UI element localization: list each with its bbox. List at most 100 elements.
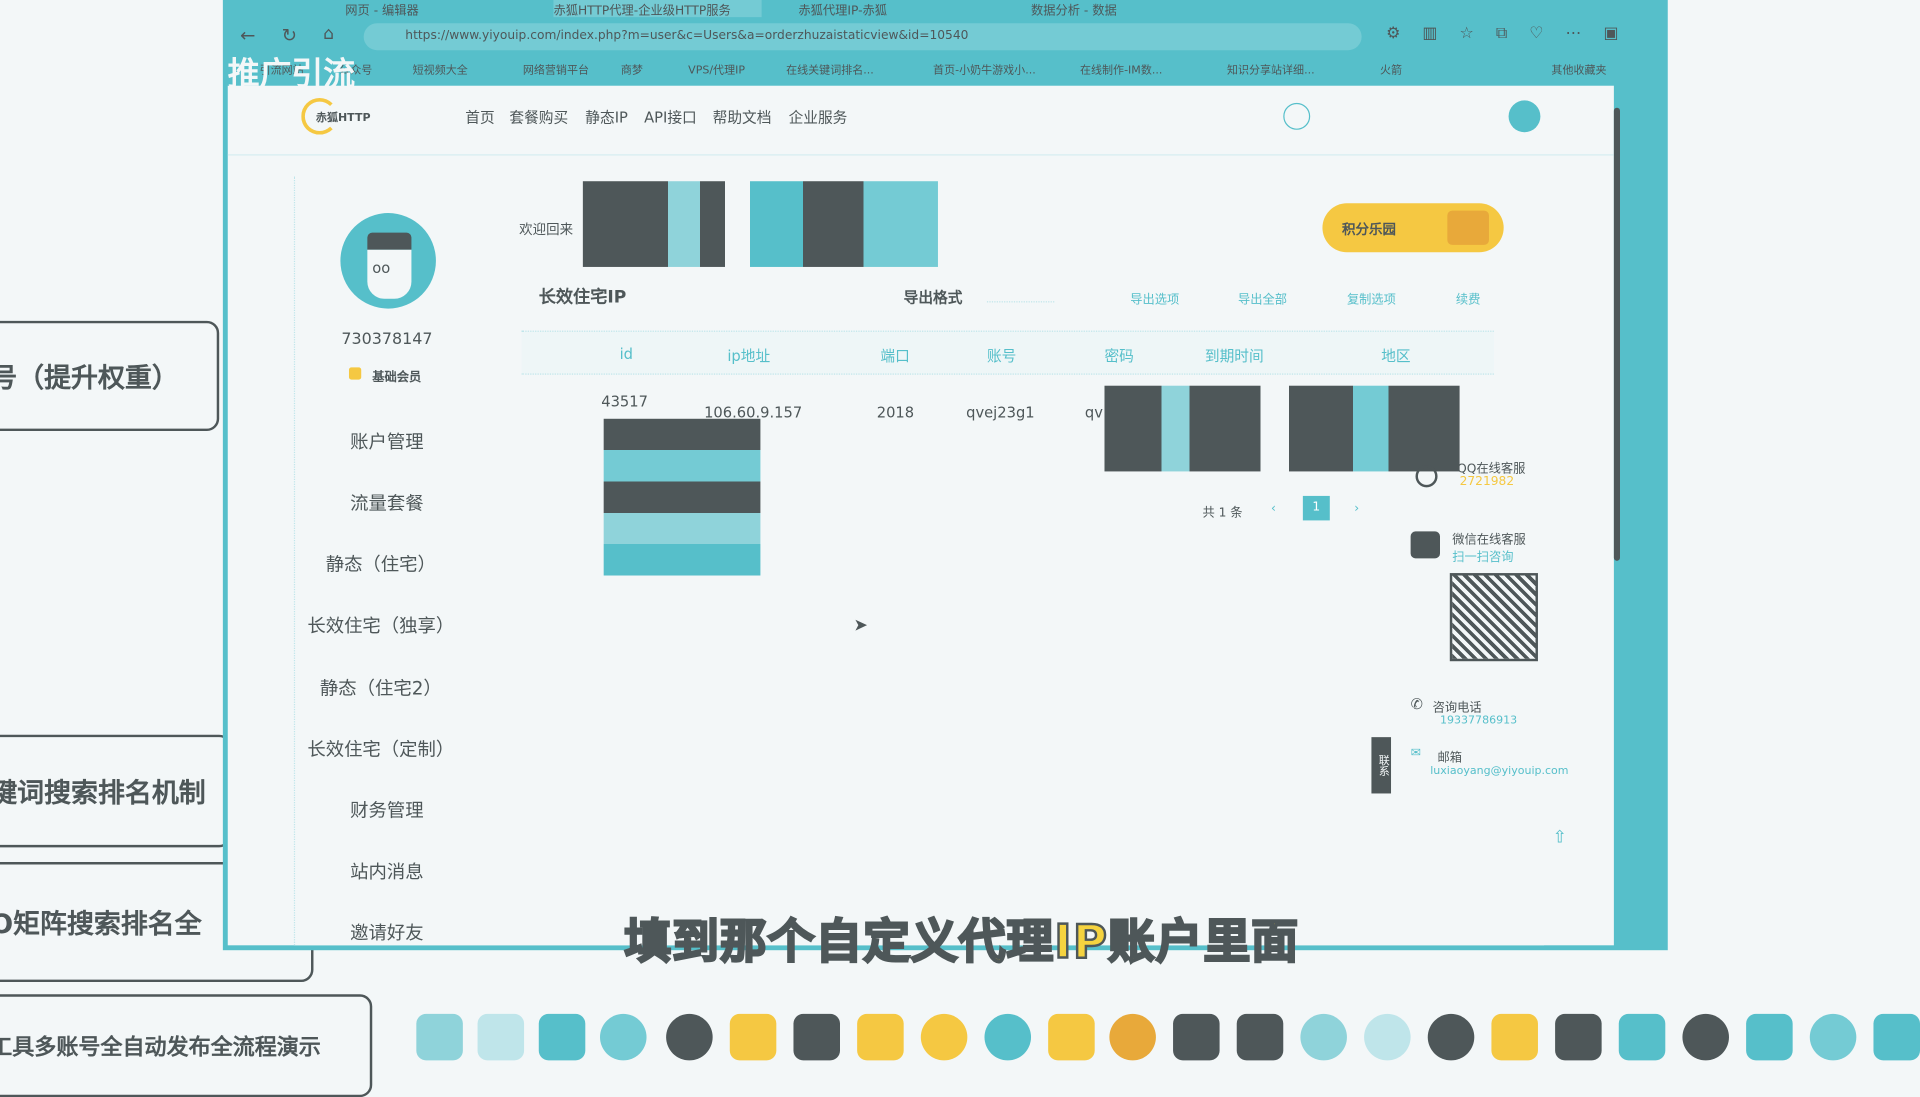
cell-id: 43517 — [601, 393, 648, 411]
nav-enterprise[interactable]: 企业服务 — [789, 107, 848, 128]
browser-tab-active[interactable]: 赤狐HTTP代理-企业级HTTP服务 — [553, 0, 762, 18]
app-icon-recorder[interactable] — [1109, 1013, 1156, 1061]
wechat-qr-code — [1449, 573, 1538, 662]
mouse-cursor-icon: ➤ — [853, 615, 868, 636]
mail-icon: ✉ — [1410, 746, 1421, 761]
sidebar-item-finance[interactable]: 财务管理 — [295, 797, 479, 823]
toolbar-icons[interactable]: ⚙▥☆⧉♡⋯▣ — [1386, 24, 1640, 42]
app-icon-chrome[interactable] — [920, 1013, 968, 1061]
bookmark[interactable]: 在线制作-IM数... — [1080, 61, 1162, 77]
nav-home[interactable]: 首页 — [465, 107, 494, 128]
app-icon-zhi[interactable] — [538, 1013, 586, 1061]
email-address[interactable]: luxiaoyang@yiyouip.com — [1430, 765, 1568, 777]
sidebar-item-traffic[interactable]: 流量套餐 — [295, 490, 479, 516]
export-format-select[interactable] — [986, 291, 1055, 303]
app-icon-a[interactable] — [1618, 1013, 1666, 1061]
col-password: 密码 — [1104, 347, 1134, 365]
nav-api[interactable]: API接口 — [644, 107, 697, 128]
app-icon-windows[interactable] — [1873, 1013, 1920, 1061]
qq-label: QQ在线客服 — [1457, 462, 1526, 477]
app-icon-chat[interactable] — [600, 1013, 647, 1061]
browser-tab[interactable]: 数据分析 - 数据 — [1031, 0, 1202, 17]
pagination-next[interactable]: › — [1354, 502, 1359, 515]
browser-window: 网页 - 编辑器 赤狐HTTP代理-企业级HTTP服务 赤狐代理IP-赤狐 数据… — [222, 0, 1668, 951]
bookmark[interactable]: 火箭 — [1380, 61, 1402, 77]
browser-tab[interactable]: 赤狐代理IP-赤狐 — [798, 0, 969, 17]
qq-number[interactable]: 2721982 — [1460, 475, 1515, 488]
back-icon[interactable]: ← — [240, 24, 255, 46]
app-icon-cloud[interactable] — [1300, 1013, 1347, 1061]
app-icon-shield[interactable] — [1491, 1013, 1538, 1061]
pagination-prev[interactable]: ‹ — [1271, 502, 1276, 515]
app-icon-capcut-2[interactable] — [1236, 1013, 1284, 1061]
screen: 号（提升权重） 键词搜索排名机制 O矩阵搜索排名全 工具多账号全自动发布全流程演… — [0, 0, 1920, 1097]
app-icon-s[interactable] — [1555, 1013, 1602, 1061]
copy-selected-link[interactable]: 复制选项 — [1347, 289, 1396, 307]
app-icon-steam[interactable] — [1682, 1013, 1729, 1061]
section-title: 长效住宅IP — [538, 287, 627, 308]
back-to-top-icon[interactable]: ⇧ — [1553, 828, 1567, 848]
phone-number[interactable]: 19337786913 — [1440, 715, 1517, 727]
bookmark[interactable]: 网络营销平台 — [523, 61, 589, 77]
home-icon[interactable]: ⌂ — [323, 24, 334, 44]
wechat-sub: 扫一扫咨询 — [1452, 551, 1514, 565]
app-icon-pin[interactable] — [1746, 1013, 1793, 1061]
sidebar-item-messages[interactable]: 站内消息 — [295, 858, 479, 884]
export-selected-link[interactable]: 导出选项 — [1130, 289, 1179, 307]
browser-tab[interactable]: 网页 - 编辑器 — [345, 0, 529, 17]
bookmark[interactable]: 其他收藏夹 — [1551, 61, 1606, 77]
col-account: 账号 — [986, 347, 1017, 365]
sidebar-item-static-residential-2[interactable]: 静态（住宅2） — [289, 675, 473, 701]
app-icon-folder[interactable] — [729, 1013, 777, 1061]
cell-port: 2018 — [876, 404, 915, 422]
sidebar-item-account[interactable]: 账户管理 — [295, 429, 479, 455]
app-icon-box[interactable] — [1048, 1013, 1095, 1061]
col-port: 端口 — [880, 347, 910, 365]
contact-side-tab[interactable]: 联系 — [1371, 737, 1392, 794]
bookmark[interactable]: 短视频大全 — [413, 61, 468, 77]
censored-username — [582, 181, 938, 267]
app-icon-avatar[interactable] — [1427, 1013, 1475, 1061]
app-icon-network[interactable] — [1364, 1013, 1411, 1061]
cell-account: qvej23g1 — [966, 404, 1035, 422]
wechat-label: 微信在线客服 — [1452, 533, 1526, 548]
user-avatar-small[interactable] — [1508, 100, 1541, 133]
phone-icon: ✆ — [1410, 695, 1423, 713]
cell-password: qv — [1084, 404, 1103, 422]
nav-packages[interactable]: 套餐购买 — [509, 107, 568, 128]
app-icon-capcut[interactable] — [793, 1013, 841, 1061]
wechat-icon — [1410, 531, 1441, 559]
pagination-page-1[interactable]: 1 — [1302, 495, 1330, 521]
message-icon[interactable] — [1283, 102, 1311, 130]
export-all-link[interactable]: 导出全部 — [1238, 289, 1287, 307]
col-ip: ip地址 — [727, 347, 771, 365]
nav-static-ip[interactable]: 静态IP — [585, 107, 628, 128]
app-icon-pinwheel[interactable] — [857, 1013, 904, 1061]
refresh-icon[interactable]: ↻ — [282, 24, 297, 46]
bookmark[interactable]: 在线关键词排名... — [786, 61, 874, 77]
nav-docs[interactable]: 帮助文档 — [713, 107, 772, 128]
sidebar-item-invite[interactable]: 邀请好友 — [295, 920, 479, 946]
app-icon-edge[interactable] — [984, 1013, 1032, 1061]
app-icon-search[interactable] — [1809, 1013, 1857, 1061]
bookmark[interactable]: 首页-小奶牛游戏小... — [933, 61, 1036, 77]
pagination-total: 共 1 条 — [1202, 506, 1243, 521]
app-icon-qq[interactable] — [666, 1013, 713, 1061]
app-icon-recycle-bin[interactable] — [477, 1013, 525, 1061]
bookmark[interactable]: VPS/代理IP — [688, 61, 745, 77]
renew-link[interactable]: 续费 — [1456, 289, 1480, 307]
scrollbar[interactable] — [1613, 107, 1621, 561]
mindmap-node: 号（提升权重） — [0, 320, 220, 432]
sidebar-item-static-residential[interactable]: 静态（住宅） — [289, 551, 473, 577]
logo-text[interactable]: 赤狐HTTP — [316, 109, 371, 125]
bookmark[interactable]: 商梦 — [621, 61, 643, 77]
bookmark[interactable]: 知识分享站详细... — [1227, 61, 1315, 77]
points-button[interactable]: 积分乐园 — [1322, 203, 1504, 253]
sidebar-item-long-residential-custom[interactable]: 长效住宅（定制） — [289, 736, 473, 762]
phone-label: 咨询电话 — [1432, 701, 1482, 716]
app-icon-photoshop[interactable] — [1173, 1013, 1220, 1061]
overlay-title: 推广引流 — [227, 56, 356, 94]
app-icon-computer[interactable] — [416, 1013, 463, 1061]
address-bar[interactable]: https://www.yiyouip.com/index.php?m=user… — [363, 23, 1362, 51]
sidebar-item-long-residential-exclusive[interactable]: 长效住宅（独享） — [289, 612, 473, 638]
